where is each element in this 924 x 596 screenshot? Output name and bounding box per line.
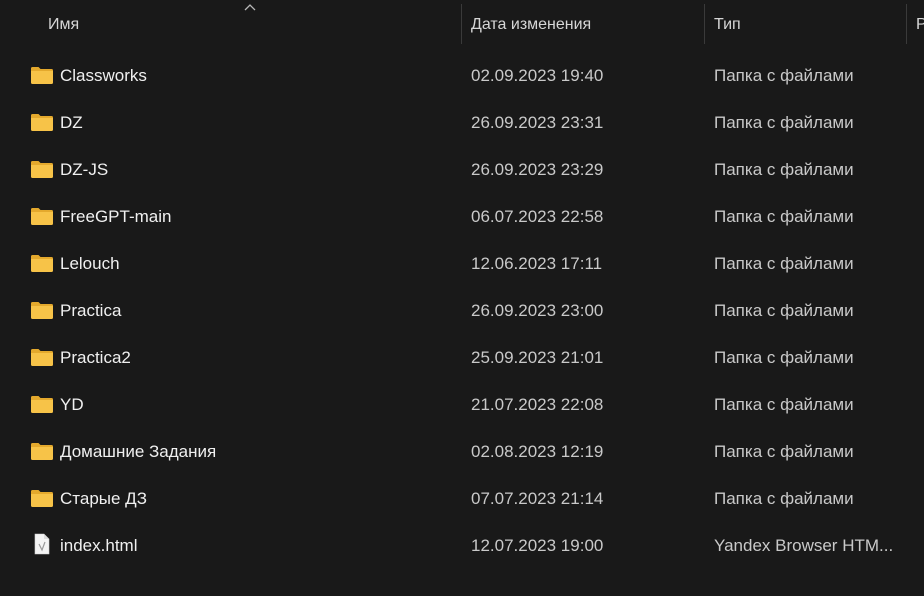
file-row[interactable]: Домашние Задания 02.08.2023 12:19 Папка с …: [0, 428, 924, 475]
file-name: index.html: [60, 536, 138, 555]
file-row[interactable]: index.html 12.07.2023 19:00 Yandex Browser…: [0, 522, 924, 569]
file-date-modified: 26.09.2023 23:00: [471, 301, 604, 320]
file-date-modified: 26.09.2023 23:29: [471, 160, 604, 179]
file-name: YD: [60, 395, 84, 414]
file-type: Папка с файлами: [714, 207, 854, 226]
file-row[interactable]: YD 21.07.2023 22:08 Папка с файлами: [0, 381, 924, 428]
column-separator[interactable]: [461, 4, 462, 44]
folder-icon: [30, 253, 54, 273]
file-date-modified: 25.09.2023 21:01: [471, 348, 604, 367]
html-file-icon: [30, 533, 54, 555]
file-type: Папка с файлами: [714, 348, 854, 367]
file-date-modified: 06.07.2023 22:58: [471, 207, 604, 226]
file-name: Домашние Задания: [60, 442, 217, 461]
file-date-modified: 12.07.2023 19:00: [471, 536, 604, 555]
file-date-modified: 02.08.2023 12:19: [471, 442, 604, 461]
folder-icon: [30, 112, 54, 132]
folder-icon: [30, 206, 54, 226]
file-name: Lelouch: [60, 254, 120, 273]
file-type: Папка с файлами: [714, 395, 854, 414]
file-row[interactable]: Practica 26.09.2023 23:00 Папка с файлами: [0, 287, 924, 334]
file-type: Папка с файлами: [714, 66, 854, 85]
folder-icon: [30, 159, 54, 179]
file-row[interactable]: Старые ДЗ 07.07.2023 21:14 Папка с файлами: [0, 475, 924, 522]
file-row[interactable]: Practica2 25.09.2023 21:01 Папка с файлами: [0, 334, 924, 381]
column-header-size[interactable]: Р: [916, 0, 924, 48]
folder-icon: [30, 488, 54, 508]
file-name: DZ-JS: [60, 160, 109, 179]
file-row[interactable]: Lelouch 12.06.2023 17:11 Папка с файлами: [0, 240, 924, 287]
folder-icon: [30, 300, 54, 320]
column-header-name[interactable]: Имя: [48, 0, 458, 48]
file-name: Practica2: [60, 348, 131, 367]
file-name: Старые ДЗ: [60, 489, 147, 508]
file-type: Yandex Browser HTM...: [714, 536, 894, 555]
file-name: Practica: [60, 301, 122, 320]
file-type: Папка с файлами: [714, 442, 854, 461]
file-type: Папка с файлами: [714, 489, 854, 508]
file-type: Папка с файлами: [714, 254, 854, 273]
file-row[interactable]: DZ 26.09.2023 23:31 Папка с файлами: [0, 99, 924, 146]
folder-icon: [30, 347, 54, 367]
file-date-modified: 26.09.2023 23:31: [471, 113, 604, 132]
file-name: FreeGPT-main: [60, 207, 172, 226]
column-separator[interactable]: [704, 4, 705, 44]
column-header-bar: Имя Дата изменения Тип Р: [0, 0, 924, 48]
file-row[interactable]: Classworks 02.09.2023 19:40 Папка с файлам…: [0, 52, 924, 99]
file-date-modified: 12.06.2023 17:11: [471, 254, 603, 273]
file-type: Папка с файлами: [714, 113, 854, 132]
file-row[interactable]: FreeGPT-main 06.07.2023 22:58 Папка с файл…: [0, 193, 924, 240]
folder-icon: [30, 441, 54, 461]
column-separator[interactable]: [906, 4, 907, 44]
file-explorer: Имя Дата изменения Тип Р Classworks 02.09…: [0, 0, 924, 596]
file-row[interactable]: DZ-JS 26.09.2023 23:29 Папка с файлами: [0, 146, 924, 193]
file-name: Classworks: [60, 66, 147, 85]
column-header-date-modified[interactable]: Дата изменения: [471, 0, 701, 48]
column-header-type[interactable]: Тип: [714, 0, 904, 48]
file-date-modified: 02.09.2023 19:40: [471, 66, 604, 85]
folder-icon: [30, 65, 54, 85]
file-type: Папка с файлами: [714, 301, 854, 320]
folder-icon: [30, 394, 54, 414]
file-date-modified: 21.07.2023 22:08: [471, 395, 604, 414]
file-date-modified: 07.07.2023 21:14: [471, 489, 604, 508]
file-type: Папка с файлами: [714, 160, 854, 179]
file-list: Classworks 02.09.2023 19:40 Папка с файлам…: [0, 52, 924, 569]
file-name: DZ: [60, 113, 83, 132]
